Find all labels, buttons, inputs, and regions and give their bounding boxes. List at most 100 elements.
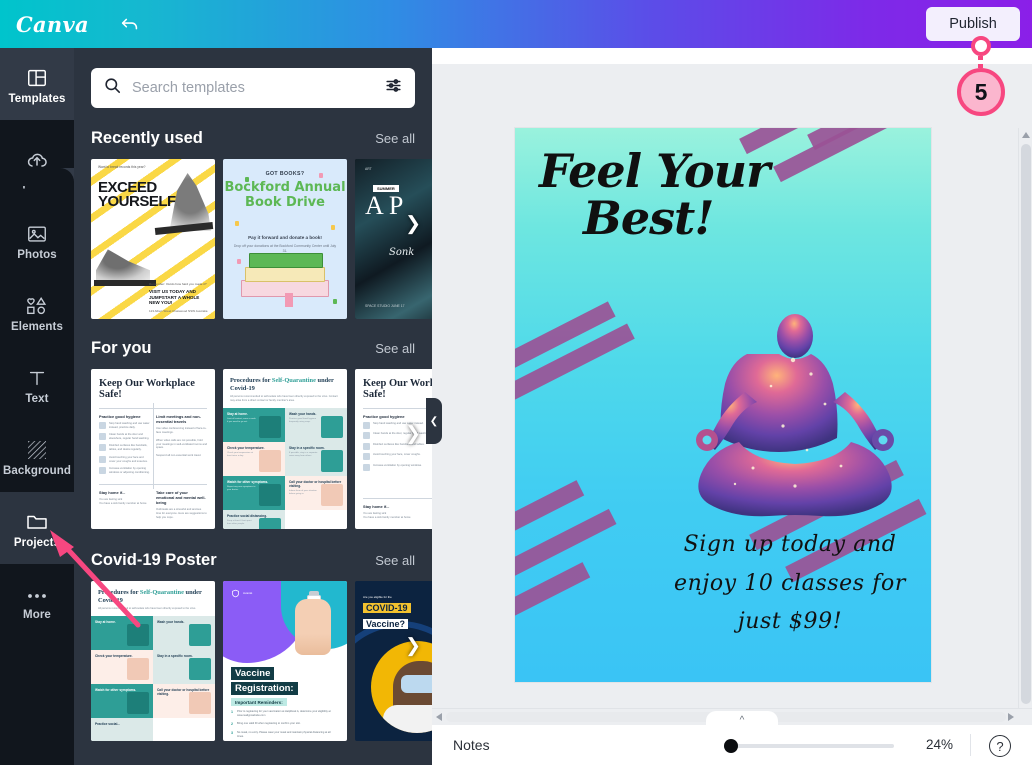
chevron-right-icon[interactable]: ❯	[405, 635, 421, 658]
scroll-left-arrow-icon[interactable]	[436, 713, 442, 721]
subtext-line-1: Sign up today and	[683, 532, 897, 557]
list-text: Clean hands at the door and elsewhere, r…	[109, 433, 150, 440]
thumbnail-carousel: Keep Our Workplace Safe! Practice good h…	[91, 369, 432, 529]
image-photo-icon	[26, 219, 48, 245]
procedure-cell: Stay in a specific room. If possible, sta…	[285, 441, 347, 476]
list-text: Prior to registering for your vaccinatio…	[237, 710, 331, 717]
undo-button[interactable]	[115, 9, 145, 39]
chevron-right-icon[interactable]: ❯	[405, 213, 421, 236]
template-thumbnail[interactable]: Procedures for Self-Quarantine under Cov…	[91, 581, 215, 741]
canvas-vertical-scrollbar[interactable]	[1018, 128, 1032, 756]
thumb-kicker: Want to break records this year?	[98, 165, 146, 169]
help-button[interactable]: ?	[989, 735, 1011, 757]
publish-button[interactable]: Publish	[926, 7, 1020, 41]
thumb-address: 123 Albert Street Chatswood NSW Australi…	[149, 309, 208, 313]
section-title: For you	[91, 339, 152, 357]
canva-logo[interactable]: Canva	[16, 12, 89, 37]
search-input[interactable]	[132, 80, 374, 96]
template-thumbnail[interactable]: Procedures for Self-Quarantine under Cov…	[223, 369, 347, 529]
sidebar-item-templates[interactable]: Templates	[0, 48, 74, 120]
cell-illustration	[259, 449, 281, 472]
sidebar-item-photos[interactable]: Photos	[0, 204, 74, 276]
list-item: Increase ventilation by opening windows.	[363, 463, 432, 471]
sidebar-item-text[interactable]: Text	[0, 348, 74, 420]
cell-illustration	[189, 657, 211, 680]
thumb-kicker: GOT BOOKS?	[265, 171, 305, 177]
list-icon	[363, 432, 370, 440]
list-item: 2 Bring one valid ID when registering to …	[231, 722, 333, 726]
cell-text: Limit all contact, wear a mask if you ne…	[227, 417, 256, 423]
template-thumbnail[interactable]: Keep Our Workplace Safe! Practice good h…	[91, 369, 215, 529]
thumb-heading-1: Vaccine	[231, 667, 275, 680]
cell-illustration	[127, 691, 149, 714]
design-headline[interactable]: Feel Your Best!	[539, 148, 789, 242]
scroll-right-arrow-icon[interactable]	[1008, 713, 1014, 721]
template-thumbnail[interactable]: Keep Our Workplace Safe! Practice good h…	[355, 369, 432, 529]
design-page[interactable]: Feel Your Best! Sign up today and enjoy …	[515, 128, 931, 682]
list-icon	[363, 442, 370, 450]
scroll-up-arrow-icon[interactable]	[1022, 132, 1030, 138]
list-item: Disinfect surfaces like handrails, table…	[99, 444, 150, 452]
cell-text: Check your temperature at least twice a …	[227, 451, 253, 457]
procedure-cell: Stay at home. Limit all contact, wear a m…	[223, 407, 285, 442]
list-item: Clean hands at the door and elsewhere, r…	[99, 433, 150, 441]
sidebar-item-label: Text	[25, 393, 49, 405]
sidebar-item-projects[interactable]: Projects	[0, 492, 74, 564]
ellipsis-more-icon	[24, 579, 50, 605]
template-thumbnail[interactable]: GOT BOOKS? Bockford Annual Book Drive Pa…	[223, 159, 347, 319]
magnifier-icon	[103, 76, 122, 100]
see-all-link[interactable]: See all	[375, 131, 415, 146]
thumb-kicker: ART	[365, 167, 372, 171]
thumb-subheading: Pay it forward and donate a book!	[248, 235, 322, 240]
sliders-filter-icon[interactable]	[384, 76, 403, 100]
list-text: Avoid touching your face, cover coughs.	[373, 453, 421, 457]
background-hatch-icon	[25, 435, 49, 461]
template-thumbnail[interactable]: Want to break records this year? EXCEED …	[91, 159, 215, 319]
procedure-cell: Call your doctor or hospital before visi…	[285, 475, 347, 510]
list-number: 3	[231, 731, 233, 735]
template-thumbnail[interactable]: Avanté Vaccine Registration: Important R…	[223, 581, 347, 741]
notes-button[interactable]: Notes	[453, 737, 490, 753]
bottom-bar: Notes 24% ?	[432, 724, 1032, 765]
cell-illustration	[189, 691, 211, 714]
canvas-area[interactable]: Feel Your Best! Sign up today and enjoy …	[432, 64, 1032, 756]
templates-panel: Recently used See all Want to break reco…	[74, 48, 432, 765]
sidebar-item-label: Elements	[11, 321, 63, 333]
cell-illustration	[321, 449, 343, 472]
column-text: When video calls are not possible, hold …	[156, 438, 207, 450]
chevron-right-icon[interactable]: ❯	[405, 423, 421, 446]
procedure-cell: Check your temperature. Check your temper…	[223, 441, 285, 476]
cell-text: Inform them of your situation before goi…	[289, 489, 317, 495]
sidebar-item-more[interactable]: More	[0, 564, 74, 636]
vertical-scroll-thumb[interactable]	[1021, 144, 1031, 704]
section-title: Covid-19 Poster	[91, 551, 217, 569]
rail-corner-decoration	[0, 168, 74, 186]
design-subtext[interactable]: Sign up today and enjoy 10 classes for j…	[665, 526, 915, 642]
hand-photo	[295, 599, 331, 655]
meditating-yoga-figure-silhouette[interactable]	[675, 308, 915, 538]
annotation-step-badge: 5	[957, 68, 1005, 116]
list-text: Disinfect surfaces like handrails, table…	[109, 444, 148, 452]
thumb-column: Practice good hygiene Stop hand washing …	[99, 414, 150, 479]
cell-illustration	[259, 483, 281, 506]
sidebar-item-label: Photos	[17, 249, 57, 261]
notes-expand-tab[interactable]: ^	[706, 711, 778, 729]
template-thumbnail[interactable]: Are you eligible for the COVID-19 Vaccin…	[355, 581, 432, 741]
sidebar-item-background[interactable]: Background	[0, 420, 74, 492]
search-box[interactable]	[91, 68, 415, 108]
zoom-slider-track[interactable]	[724, 744, 894, 748]
zoom-slider[interactable]	[724, 739, 894, 753]
zoom-slider-knob[interactable]	[724, 739, 738, 753]
divider	[363, 498, 432, 500]
panel-collapse-handle[interactable]: ❮	[426, 398, 442, 444]
see-all-link[interactable]: See all	[375, 553, 415, 568]
shapes-elements-icon	[25, 291, 49, 317]
thumb-heading-3: Important Reminders:	[231, 698, 287, 706]
procedure-cell: Practice social...	[91, 717, 153, 741]
see-all-link[interactable]: See all	[375, 341, 415, 356]
brand-logo: Avanté	[231, 589, 252, 598]
list-icon	[99, 444, 106, 452]
template-thumbnail[interactable]: ART SUMMER A P Sonk SPACE STUDIO JUNE 17	[355, 159, 432, 319]
sidebar-item-elements[interactable]: Elements	[0, 276, 74, 348]
thumb-note: Remember: Outdo how hard you made it?	[149, 282, 207, 286]
